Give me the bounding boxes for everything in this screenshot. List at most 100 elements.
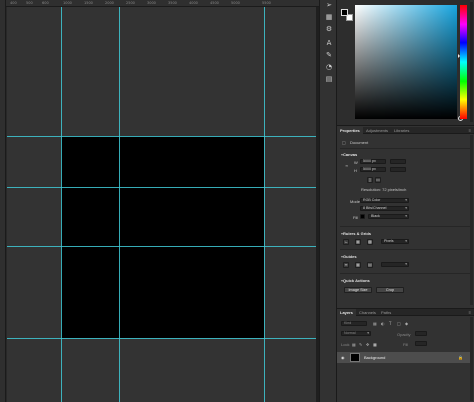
visibility-eye-icon[interactable]: ◉ [341,355,345,360]
layers-panel: Layers Channels Paths ≡ Kind ▦ ◐ T □ ◆ N… [337,308,474,402]
tab-adjustments[interactable]: Adjustments [363,127,391,134]
ruler-tick-label: 3000 [147,1,156,5]
fill-color-swatch[interactable] [360,214,365,219]
blend-mode-dropdown[interactable]: Normal [341,331,371,336]
canvas-area[interactable]: 400 500 600 1000 1500 2000 2500 3000 350… [0,0,319,402]
vertical-guide[interactable] [264,7,265,402]
section-guides[interactable]: Guides [341,254,357,259]
guides-layout-icon[interactable]: ▤ [367,262,373,268]
panel-menu-icon[interactable]: ≡ [469,128,471,133]
layer-name: Background [364,355,386,360]
tab-properties[interactable]: Properties [337,127,363,134]
ruler-tick-label: 5500 [262,1,271,5]
color-panel-scrollbar[interactable] [470,2,473,122]
section-quick-actions[interactable]: Quick Actions [341,278,370,283]
text-icon[interactable]: A [324,38,334,48]
resolution-text: Resolution: 72 pixels/inch [361,187,407,192]
ruler-tick-label: 600 [42,1,49,5]
tab-layers[interactable]: Layers [337,309,356,316]
guide-style-dropdown[interactable] [381,262,409,267]
layer-row[interactable]: ◉ Background 🔒 [337,352,470,363]
ruler-tick-label: 400 [10,1,17,5]
horizontal-guide[interactable] [7,338,319,339]
properties-panel: Properties Adjustments Libraries ≡ □ Doc… [337,127,474,307]
properties-scrollbar[interactable] [470,135,473,305]
ruler-tick-label: 1500 [84,1,93,5]
landscape-icon[interactable]: ▭ [375,177,381,183]
portrait-icon[interactable]: ▯ [367,177,373,183]
layers-tabbar: Layers Channels Paths ≡ [337,309,474,316]
panel-menu-icon[interactable]: ≡ [469,310,471,315]
ruler-tick-label: 500 [26,1,33,5]
bit-depth-dropdown[interactable]: 8 Bits/Channel [360,206,409,211]
ruler-icon[interactable]: ⌙ [343,239,349,245]
crop-button[interactable]: Crop [376,287,404,293]
lock-pixels-icon[interactable]: ▦ [352,342,356,347]
tab-paths[interactable]: Paths [378,309,394,316]
units-dropdown[interactable]: Pixels [381,239,409,244]
vertical-guide[interactable] [61,7,62,402]
ruler-tick-label: 5000 [231,1,240,5]
lock-label: Lock [341,342,350,347]
panel-tool-strip: ➢ ▦ ⚙ A ✎ ◔ ▤ [319,0,337,402]
layer-thumbnail [350,353,360,362]
filter-pixel-icon[interactable]: ▦ [373,321,377,326]
horizontal-guide[interactable] [7,136,319,137]
right-panel: Properties Adjustments Libraries ≡ □ Doc… [337,0,474,402]
vertical-ruler[interactable] [0,0,6,402]
adjust-icon[interactable]: ⚙ [324,24,334,34]
filter-smart-icon[interactable]: ◆ [405,321,408,326]
saturation-value-field[interactable] [355,5,463,121]
layers-scrollbar[interactable] [470,317,473,401]
lock-position-icon[interactable]: ✥ [366,342,369,347]
divider [340,226,471,227]
link-icon[interactable]: ∞ [345,163,348,168]
swap-colors-icon[interactable]: ▦ [324,12,334,22]
height-label: H [354,168,357,173]
divider [340,273,471,274]
ruler-tick-label: 4000 [189,1,198,5]
brush-icon[interactable]: ✎ [324,50,334,60]
ruler-tick-label: 2000 [105,1,114,5]
width-field[interactable]: 5000 px [360,159,386,164]
document-icon: □ [342,140,346,145]
grid-icon[interactable]: ▦ [355,239,361,245]
guides-lock-icon[interactable]: ≡ [343,262,349,268]
history-icon[interactable]: ◔ [324,62,334,72]
horizontal-guide[interactable] [7,187,319,188]
width-label: W [354,160,358,165]
fill-dropdown[interactable]: Black [368,214,409,219]
guides-show-icon[interactable]: ▦ [355,262,361,268]
ruler-tick-label: 3500 [168,1,177,5]
libraries-icon[interactable]: ▤ [324,74,334,84]
height-field[interactable]: 5000 px [360,167,386,172]
pixel-grid-icon[interactable]: ▩ [367,239,373,245]
ruler-tick-label: 4500 [210,1,219,5]
vertical-guide[interactable] [119,7,120,402]
y-field[interactable] [390,167,406,172]
section-canvas[interactable]: Canvas [341,152,357,157]
x-field[interactable] [390,159,406,164]
tab-channels[interactable]: Channels [356,309,379,316]
section-rulers-grids[interactable]: Rulers & Grids [341,231,371,236]
fill-field[interactable] [415,341,427,346]
filter-shape-icon[interactable]: □ [397,321,401,326]
layer-filter-kind[interactable]: Kind [341,321,367,326]
document-black-fill [61,136,264,338]
lock-all-icon[interactable]: ■ [373,342,377,347]
horizontal-guide[interactable] [7,246,319,247]
lock-paint-icon[interactable]: ✎ [359,342,362,347]
mode-dropdown[interactable]: RGB Color [360,198,409,203]
tab-libraries[interactable]: Libraries [391,127,412,134]
move-icon[interactable]: ➢ [324,0,334,10]
horizontal-ruler[interactable]: 400 500 600 1000 1500 2000 2500 3000 350… [0,0,319,7]
foreground-color-swatch[interactable] [341,9,348,16]
divider [340,249,471,250]
filter-type-icon[interactable]: T [389,321,391,326]
filter-adjustment-icon[interactable]: ◐ [381,321,385,326]
opacity-field[interactable] [415,331,427,336]
hue-slider[interactable] [460,5,467,119]
color-panel [337,0,474,126]
image-size-button[interactable]: Image Size [344,287,372,293]
lock-icon[interactable]: 🔒 [458,355,463,360]
